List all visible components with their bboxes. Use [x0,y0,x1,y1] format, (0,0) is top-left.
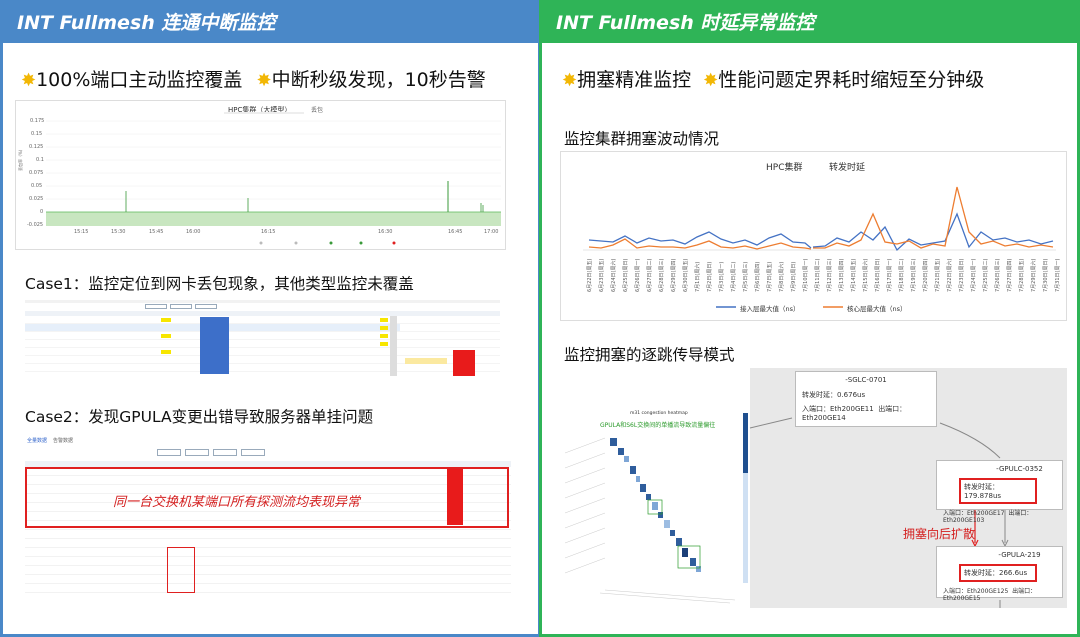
star-icon: ✸ [21,70,37,91]
y-tick: 0 [40,209,44,215]
switch-node-gpula[interactable]: -GPULA-219 转发时延：266.6us 入端口：Eth200GE125 … [936,546,1063,602]
y-tick: 0.125 [29,144,44,150]
svg-text:7月18日(周二): 7月18日(周二) [899,259,905,292]
svg-text:7月19日(周三): 7月19日(周三) [911,259,917,292]
svg-text:6月25日(周日): 6月25日(周日) [623,259,629,292]
svg-text:7月31日(周一): 7月31日(周一) [1055,259,1061,292]
y-tick: 0.05 [31,183,43,189]
legend-access: 接入层最大值（ns） [740,305,800,313]
node-in-port: 入端口：Eth200GE125 [943,588,1009,595]
svg-text:7月10日(周一): 7月10日(周一) [803,259,809,292]
x-tick: 17:00 [484,229,499,235]
svg-text:7月25日(周二): 7月25日(周二) [983,259,989,292]
x-tick: 16:30 [378,229,393,235]
svg-text:7月13日(周四): 7月13日(周四) [839,259,845,292]
star-icon: ✸ [562,70,578,91]
y-tick: 0.175 [30,118,45,124]
svg-text:7月6日(周四): 7月6日(周四) [755,262,761,292]
svg-text:7月7日(周五): 7月7日(周五) [767,262,773,292]
y-tick: -0.025 [27,222,44,228]
svg-text:7月1日(周六): 7月1日(周六) [694,262,701,292]
svg-text:7月15日(周六): 7月15日(周六) [862,259,869,292]
congestion-spread-label: 拥塞向后扩散 [903,527,976,541]
node-name: -SGLC-0701 [845,376,887,384]
svg-text:6月27日(周二): 6月27日(周二) [647,259,653,292]
svg-text:7月11日(周二): 7月11日(周二) [815,259,821,292]
hop-propagation-diagram: m31 congestion heatmap GPULA和S6L交换间的单播流导… [560,368,1067,608]
y-tick: 0.075 [29,170,44,176]
case2-label: Case2：发现GPULA变更出错导致服务器单挂问题 [25,408,374,426]
legend-core: 核心层最大值（ns） [847,305,907,313]
right-headline: ✸拥塞精准监控 ✸性能问题定界耗时缩短至分钟级 [562,69,985,91]
case2-table: 全量数据 告警数据 同一台交换机某端口所有探测流均表现异常 [25,435,511,595]
switch-node-gpulc[interactable]: -GPULC-0352 转发时延：179.878us 入端口：Eth200GE1… [936,460,1063,524]
x-tick: 15:45 [149,229,164,235]
switch-node-sglc[interactable]: -SGLC-0701 转发时延：0.676us 入端口：Eth200GE11 出… [795,371,937,427]
star-icon: ✸ [256,70,272,91]
node-delay: 转发时延：0.676us [802,391,866,399]
svg-text:7月4日(周二): 7月4日(周二) [731,262,737,292]
svg-text:7月9日(周日): 7月9日(周日) [791,262,797,292]
svg-text:7月14日(周五): 7月14日(周五) [851,259,857,292]
right-panel-title: INT Fullmesh 时延异常监控 [542,3,1077,43]
x-tick: 16:00 [186,229,201,235]
forwarding-delay-chart: HPC集群 转发时延 6月22日(周五) 6月23日(周五) 6月24日(周六) 6月… [560,151,1067,321]
section-congestion-fluctuation: 监控集群拥塞波动情况 [564,130,720,148]
svg-text:7月22日(周六): 7月22日(周六) [946,259,953,292]
svg-text:7月26日(周三): 7月26日(周三) [995,259,1001,292]
tab-alert-data[interactable]: 告警数据 [53,437,73,444]
svg-text:6月30日(周五): 6月30日(周五) [683,259,689,292]
svg-text:7月12日(周三): 7月12日(周三) [827,259,833,292]
svg-text:丢包率（%）: 丢包率（%） [17,147,23,171]
x-tick: 15:15 [74,229,89,235]
x-tick: 15:30 [111,229,126,235]
y-tick: 0.1 [36,157,44,163]
svg-text:7月29日(周六): 7月29日(周六) [1030,259,1037,292]
svg-text:7月28日(周五): 7月28日(周五) [1019,259,1025,292]
case2-note: 同一台交换机某端口所有探测流均表现异常 [113,495,361,510]
node-delay: 转发时延：179.878us [959,478,1037,504]
svg-text:7月20日(周四): 7月20日(周四) [923,259,929,292]
svg-text:6月29日(周四): 6月29日(周四) [671,259,677,292]
left-headline: ✸100%端口主动监控覆盖 ✸中断秒级发现，10秒告警 [21,69,486,91]
svg-text:6月28日(周三): 6月28日(周三) [659,259,665,292]
right-panel: INT Fullmesh 时延异常监控 ✸拥塞精准监控 ✸性能问题定界耗时缩短至… [539,0,1080,637]
node-in-port: 入端口：Eth200GE17 [943,510,1005,517]
svg-text:6月26日(周一): 6月26日(周一) [635,259,641,292]
node-name: -GPULC-0352 [996,465,1043,473]
node-name: -GPULA-219 [998,551,1041,559]
svg-text:7月23日(周日): 7月23日(周日) [959,259,965,292]
svg-text:7月27日(周四): 7月27日(周四) [1007,259,1013,292]
svg-text:7月24日(周一): 7月24日(周一) [971,259,977,292]
packet-loss-chart: HPC集群（大模型） 丢包 丢包率（%） 0.175 0.15 0.125 0.… [15,100,506,250]
star-icon: ✸ [703,70,719,91]
left-panel-title: INT Fullmesh 连通中断监控 [3,3,538,43]
y-tick: 0.025 [29,196,44,202]
svg-text:7月3日(周一): 7月3日(周一) [719,262,725,292]
case1-label: Case1：监控定位到网卡丢包现象，其他类型监控未覆盖 [25,275,414,293]
left-panel: INT Fullmesh 连通中断监控 ✸100%端口主动监控覆盖 ✸中断秒级发… [0,0,541,637]
svg-text:7月5日(周三): 7月5日(周三) [743,262,749,292]
svg-text:6月24日(周六): 6月24日(周六) [610,259,617,292]
delay-line-plot: 6月22日(周五) 6月23日(周五) 6月24日(周六) 6月25日(周日) 6月26… [583,186,1061,308]
x-tick: 16:45 [448,229,463,235]
x-tick: 16:15 [261,229,276,235]
svg-text:7月17日(周一): 7月17日(周一) [887,259,893,292]
case1-table [25,300,500,380]
svg-text:7月30日(周日): 7月30日(周日) [1043,259,1049,292]
node-delay: 转发时延：266.6us [959,564,1037,582]
packet-loss-plot: 丢包率（%） [17,120,501,245]
svg-text:6月23日(周五): 6月23日(周五) [599,259,605,292]
section-hop-propagation: 监控拥塞的逐跳传导模式 [564,346,735,364]
svg-text:7月21日(周五): 7月21日(周五) [935,259,941,292]
node-in-port: 入端口：Eth200GE11 [802,405,874,413]
y-tick: 0.15 [31,131,43,137]
svg-text:7月2日(周日): 7月2日(周日) [707,262,713,292]
tab-all-data[interactable]: 全量数据 [27,437,47,444]
svg-text:6月22日(周五): 6月22日(周五) [587,259,593,292]
svg-text:7月8日(周六): 7月8日(周六) [778,262,785,292]
svg-text:7月16日(周日): 7月16日(周日) [875,259,881,292]
